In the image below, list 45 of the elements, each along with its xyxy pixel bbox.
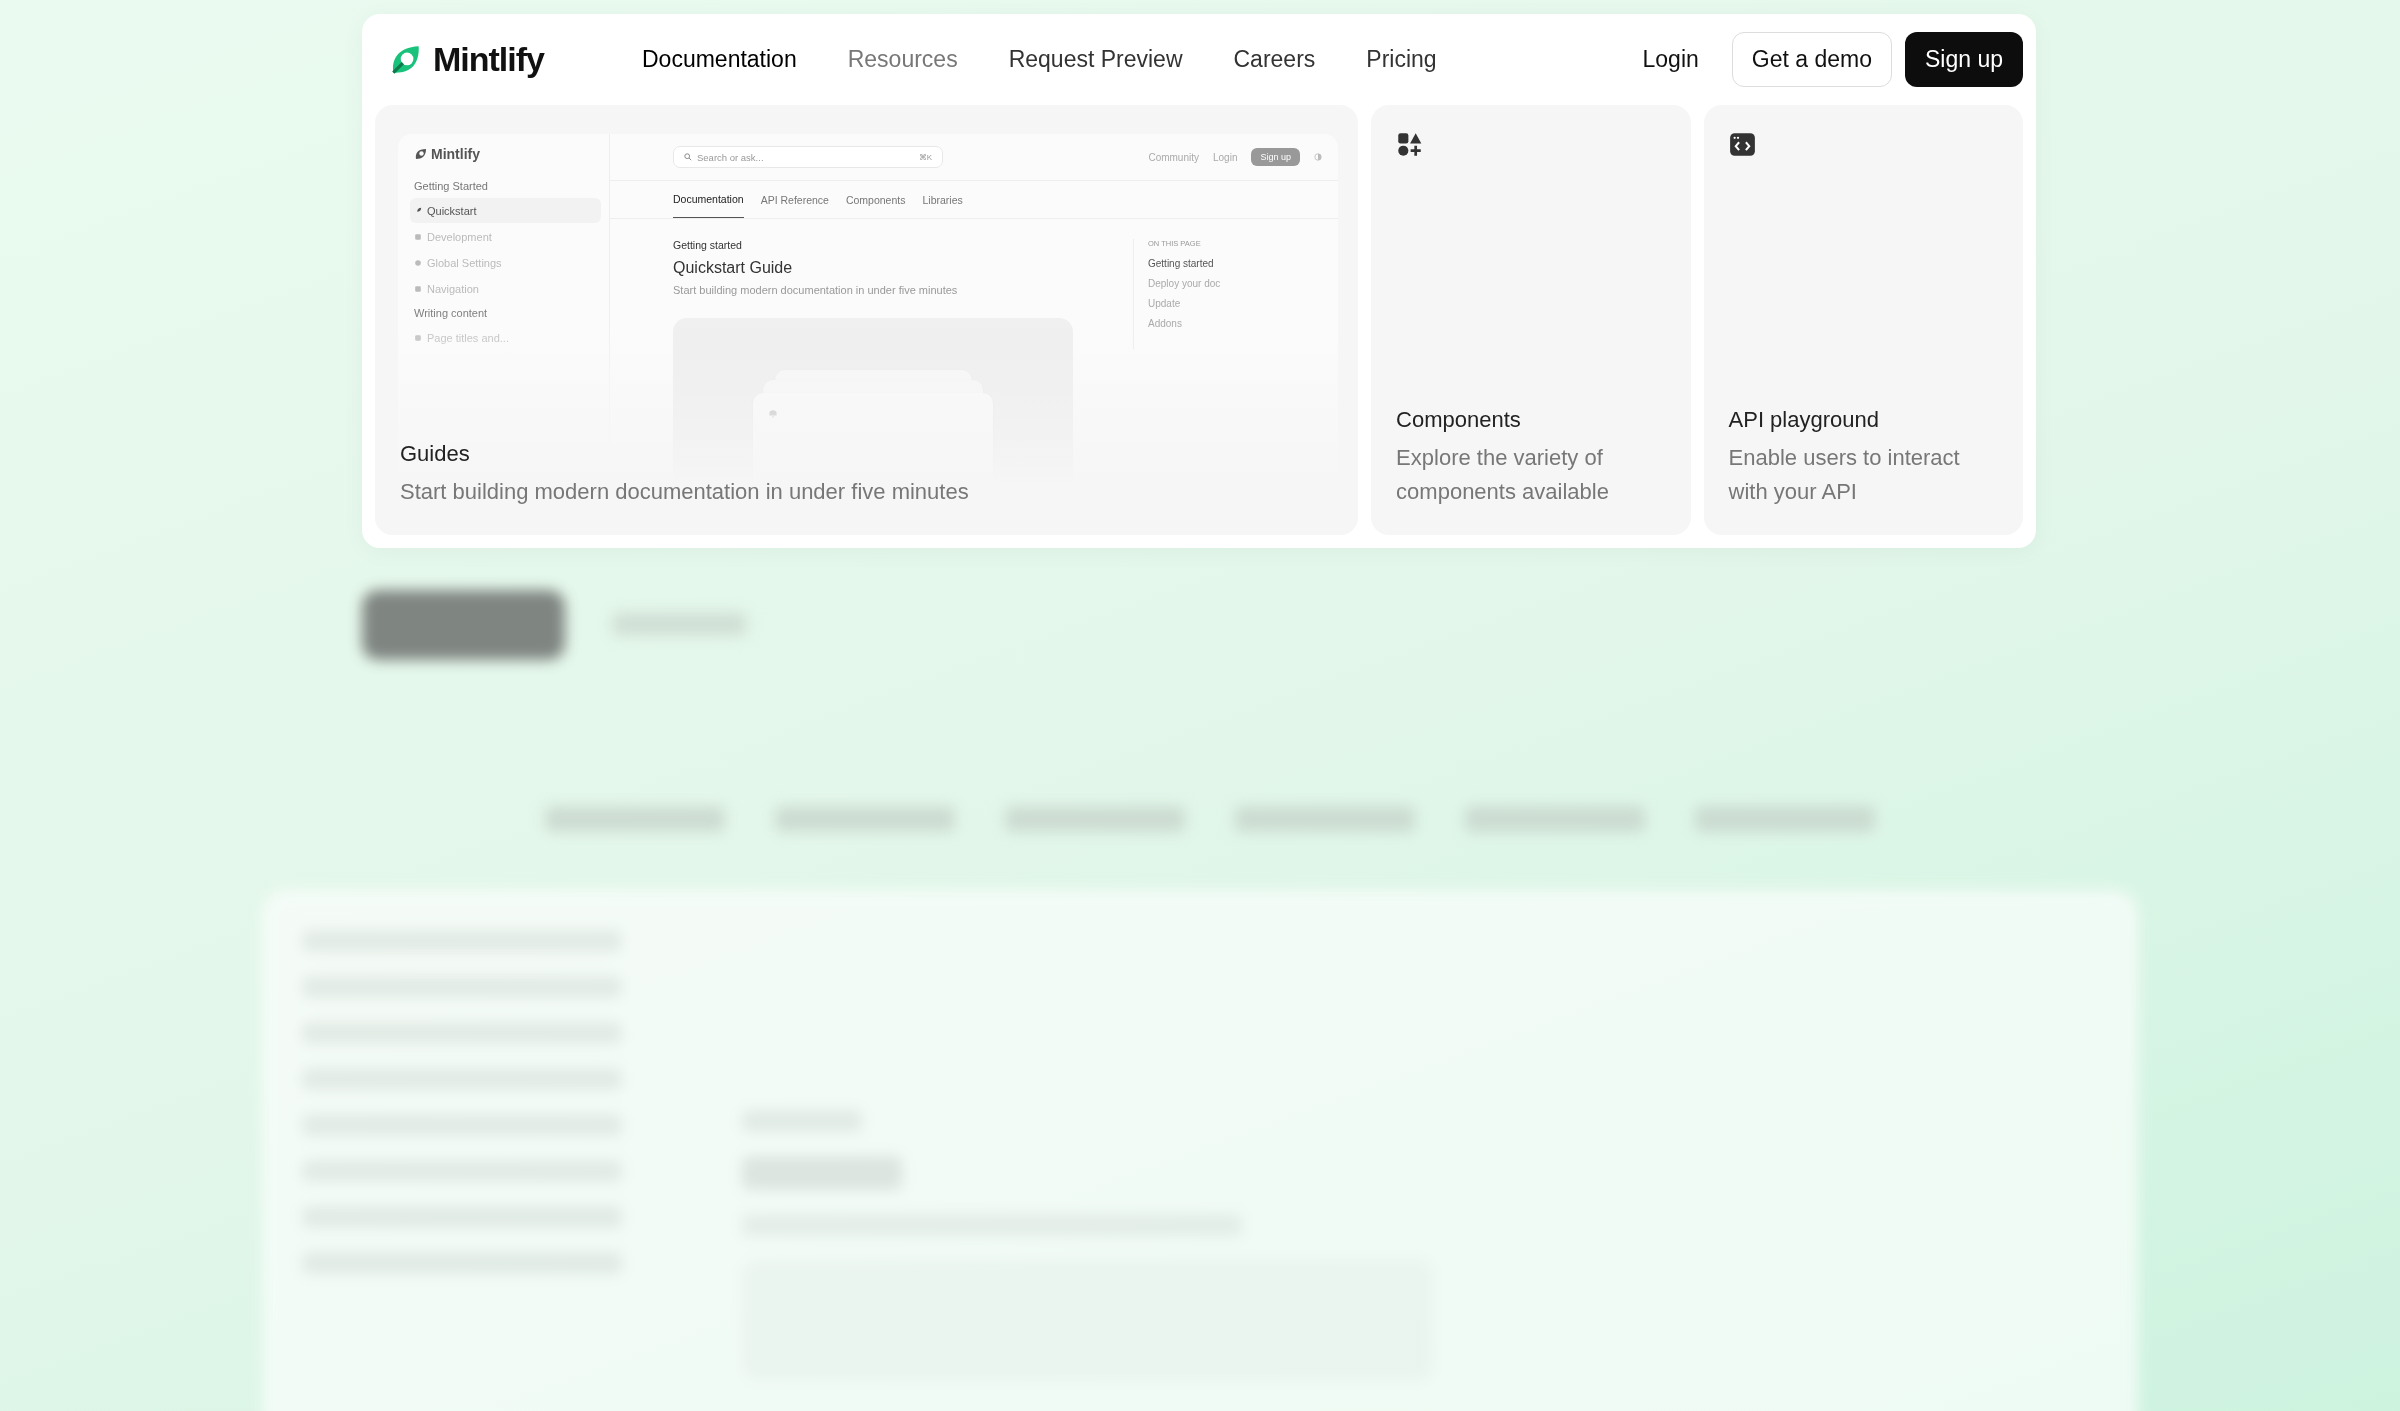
tab[interactable]: Components xyxy=(845,181,906,218)
card-title: Guides xyxy=(400,441,471,467)
search-icon xyxy=(684,153,692,161)
signup-button[interactable]: Sign up xyxy=(1905,32,2023,87)
card-title: API playground xyxy=(1728,407,1880,433)
logo-icon xyxy=(414,147,428,161)
page-title: Quickstart Guide xyxy=(673,259,794,277)
nav-link[interactable]: Resources xyxy=(847,46,958,73)
tab[interactable]: Documentation xyxy=(673,181,744,218)
preview-logo-text: Mintlify xyxy=(431,146,480,162)
sidebar-heading: Writing content xyxy=(414,307,489,319)
card-description: Start building modern documentation in under five minutes xyxy=(400,478,969,506)
top-link[interactable]: Community xyxy=(1148,151,1199,163)
demo-button[interactable]: Get a demo xyxy=(1731,32,1892,87)
signup-button[interactable]: Sign up xyxy=(1251,148,1300,166)
card-description: Explore the variety of components available xyxy=(1396,444,1610,506)
nav-link[interactable]: Careers xyxy=(1233,46,1316,73)
login-link[interactable]: Login xyxy=(1642,46,1699,73)
nav-link[interactable]: Pricing xyxy=(1366,46,1437,73)
tab[interactable]: API Reference xyxy=(760,181,829,218)
menu-card[interactable]: API playground Enable users to interact with your API xyxy=(1703,105,2023,535)
breadcrumb: Getting started xyxy=(673,239,743,251)
menu-card[interactable]: Components Explore the variety of components available xyxy=(1371,105,1691,535)
page-icon xyxy=(414,284,422,293)
code-window-icon xyxy=(1728,131,1756,158)
page-icon xyxy=(414,232,422,241)
card-title: Components xyxy=(1396,407,1522,433)
tab[interactable]: Libraries xyxy=(922,181,963,218)
logo-text: Mintlify xyxy=(433,40,544,79)
shapes-icon xyxy=(1396,131,1424,158)
toc-link[interactable]: Update xyxy=(1148,298,1308,309)
page-icon xyxy=(414,333,422,342)
toc-link[interactable]: Deploy your doc xyxy=(1148,278,1308,289)
nav-link[interactable]: Request Preview xyxy=(1008,46,1183,73)
theme-toggle-icon[interactable] xyxy=(1314,153,1322,161)
page-subtitle: Start building modern documentation in under five minutes xyxy=(673,284,959,296)
top-link[interactable]: Login xyxy=(1213,151,1238,163)
nav-link[interactable]: Documentation xyxy=(642,46,797,73)
toc-link[interactable]: Getting started xyxy=(1148,258,1308,269)
card-description: Enable users to interact with your API xyxy=(1728,444,1961,506)
sidebar-item[interactable]: Quickstart xyxy=(410,198,601,223)
sidebar-heading: Getting Started xyxy=(414,180,489,192)
search-field[interactable]: Search or ask... ⌘K xyxy=(673,146,943,168)
toc-link[interactable]: Addons xyxy=(1148,318,1308,329)
gear-icon xyxy=(414,258,422,267)
